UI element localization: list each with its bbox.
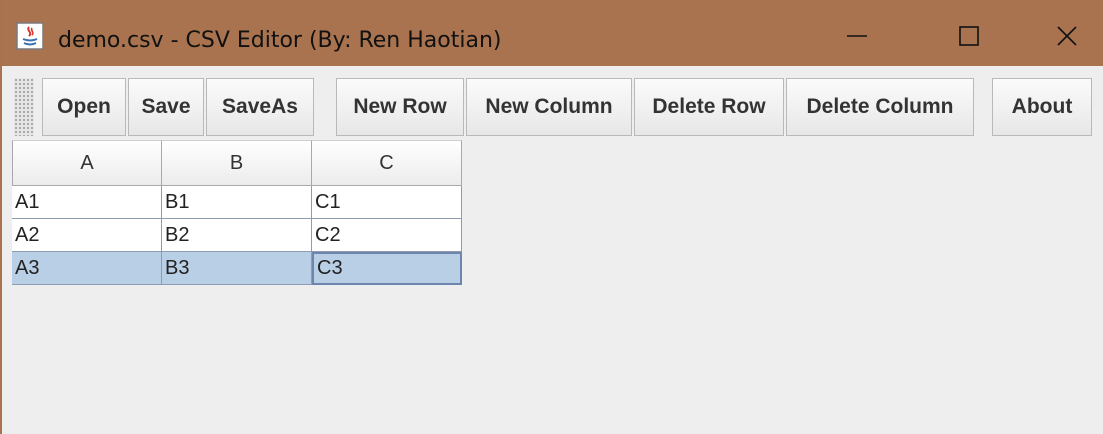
save-as-button[interactable]: SaveAs [206,78,314,136]
delete-row-button[interactable]: Delete Row [634,78,784,136]
title-bar[interactable]: demo.csv - CSV Editor (By: Ren Haotian) [2,0,1103,66]
column-header-c[interactable]: C [312,140,462,186]
maximize-icon [959,26,979,46]
table-cell[interactable]: B2 [162,219,312,252]
table-cell[interactable]: C1 [312,186,462,219]
save-button[interactable]: Save [128,78,204,136]
app-window: demo.csv - CSV Editor (By: Ren Haotian) … [0,0,1103,434]
table-cell[interactable]: A2 [12,219,162,252]
table-cell[interactable]: B1 [162,186,312,219]
close-icon [1057,26,1077,46]
minimize-button[interactable] [822,14,892,58]
close-button[interactable] [1032,14,1102,58]
new-column-button[interactable]: New Column [466,78,632,136]
delete-column-button[interactable]: Delete Column [786,78,974,136]
maximize-button[interactable] [934,14,1004,58]
toolbar-grip-handle[interactable] [14,78,34,136]
new-row-button[interactable]: New Row [336,78,464,136]
open-button[interactable]: Open [42,78,126,136]
java-app-icon [16,22,44,50]
table-cell-selected[interactable]: A3 [12,252,162,285]
window-title: demo.csv - CSV Editor (By: Ren Haotian) [58,28,502,53]
table-cell-selected[interactable]: B3 [162,252,312,285]
table-cell[interactable]: A1 [12,186,162,219]
minimize-icon [847,35,867,37]
column-header-b[interactable]: B [162,140,312,186]
about-button[interactable]: About [992,78,1092,136]
table-cell[interactable]: C2 [312,219,462,252]
table-cell-focused[interactable]: C3 [312,252,462,285]
column-header-a[interactable]: A [12,140,162,186]
